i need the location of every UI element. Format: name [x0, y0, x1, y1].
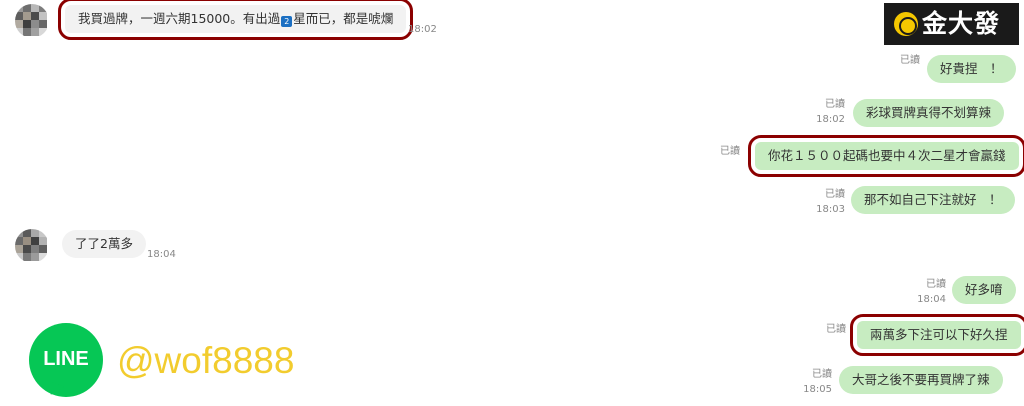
read-status: 已讀	[926, 279, 946, 290]
message-text: 你花１５００起碼也要中４次二星才會贏錢	[768, 148, 1006, 163]
message-text-continued: 星而已，都是唬爛	[293, 11, 394, 26]
message-text: 好多唷	[965, 282, 1003, 297]
read-status: 已讀	[825, 189, 845, 200]
message-time: 18:04	[147, 249, 176, 260]
read-status: 已讀	[900, 55, 920, 66]
message-time: 18:03	[816, 204, 845, 215]
read-status: 已讀	[812, 369, 832, 380]
read-status: 已讀	[825, 99, 845, 110]
message-time: 18:05	[803, 384, 832, 395]
message-bubble-outgoing[interactable]: 好多唷	[952, 276, 1016, 304]
message-bubble-outgoing[interactable]: 那不如自己下注就好 ！	[851, 186, 1015, 214]
message-text: 好貴捏 ！	[940, 61, 1003, 76]
message-text: 大哥之後不要再買牌了辣	[852, 372, 990, 387]
line-logo-label: LINE	[43, 348, 89, 370]
avatar[interactable]	[15, 229, 49, 263]
read-status: 已讀	[720, 146, 740, 157]
line-id-handle: @wof8888	[117, 340, 295, 381]
coin-icon	[894, 12, 918, 36]
avatar[interactable]	[15, 4, 49, 38]
message-bubble-outgoing[interactable]: 大哥之後不要再買牌了辣	[839, 366, 1003, 394]
message-bubble-outgoing[interactable]: 彩球買牌真得不划算辣	[853, 99, 1005, 127]
brand-logo: 金大發	[884, 3, 1019, 45]
message-text: 我買過牌，一週六期15000。有出過	[78, 11, 281, 26]
message-text: 了了2萬多	[75, 236, 133, 251]
message-bubble-outgoing[interactable]: 好貴捏 ！	[927, 55, 1016, 83]
message-bubble-incoming[interactable]: 了了2萬多	[62, 230, 146, 258]
message-text: 那不如自己下注就好 ！	[864, 192, 1002, 207]
message-text: 兩萬多下注可以下好久捏	[870, 327, 1008, 342]
message-time: 18:02	[408, 24, 437, 35]
message-bubble-outgoing[interactable]: 兩萬多下注可以下好久捏	[850, 314, 1024, 356]
message-bubble-outgoing[interactable]: 你花１５００起碼也要中４次二星才會贏錢	[748, 135, 1024, 177]
message-time: 18:02	[816, 114, 845, 125]
number-badge: 2	[281, 16, 293, 27]
message-text: 彩球買牌真得不划算辣	[866, 105, 992, 120]
brand-name: 金大發	[922, 9, 1001, 38]
speech-tail-icon	[41, 379, 65, 399]
message-bubble-incoming[interactable]: 我買過牌，一週六期15000。有出過 2 星而已，都是唬爛	[57, 0, 414, 40]
message-time: 18:04	[917, 294, 946, 305]
read-status: 已讀	[826, 324, 846, 335]
line-logo: LINE	[29, 323, 103, 399]
